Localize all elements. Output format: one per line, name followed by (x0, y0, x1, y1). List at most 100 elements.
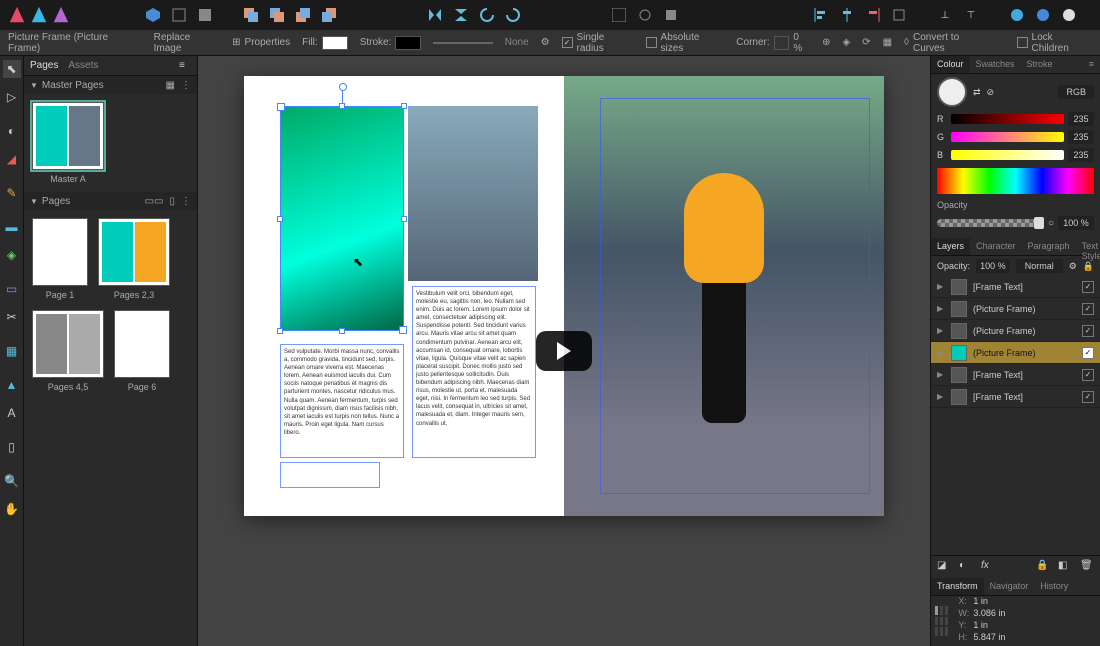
visibility-checkbox[interactable] (1082, 303, 1094, 315)
shape-hex-icon[interactable] (144, 6, 162, 24)
zoom-tool[interactable]: 🔍 (3, 472, 21, 490)
fill-tool[interactable]: ▬ (3, 218, 21, 236)
crop-tool[interactable]: ✂ (3, 308, 21, 326)
tag-icon[interactable]: ◧ (1058, 560, 1072, 574)
visibility-checkbox[interactable] (1082, 369, 1094, 381)
tab-layers[interactable]: Layers (931, 238, 970, 255)
brush-tool[interactable]: ✎ (3, 184, 21, 202)
blend-mode-select[interactable]: Normal (1016, 259, 1063, 273)
snap-icon[interactable] (610, 6, 628, 24)
arrange-backward-icon[interactable] (268, 6, 286, 24)
fx-icon[interactable]: ⚙ (1069, 261, 1077, 272)
arrange-forward-icon[interactable] (294, 6, 312, 24)
convert-curves-button[interactable]: ◊Convert to Curves (904, 32, 993, 54)
visibility-checkbox[interactable] (1082, 325, 1094, 337)
lock-icon[interactable]: 🔒 (1036, 560, 1050, 574)
view-grid-icon[interactable]: ▦ (166, 80, 175, 91)
transform-mode-icon[interactable]: ◈ (843, 37, 851, 48)
layer-item[interactable]: ▶(Picture Frame) (931, 298, 1100, 320)
delete-icon[interactable]: 🗑 (1080, 560, 1094, 574)
arrange-front-icon[interactable] (320, 6, 338, 24)
options-icon[interactable]: ⋮ (181, 80, 191, 91)
single-icon[interactable]: ▯ (169, 196, 175, 207)
transform-origin-icon[interactable]: ⊕ (822, 37, 830, 48)
options-icon[interactable]: ⋮ (181, 196, 191, 207)
pages-header[interactable]: ▼Pages ▭▭▯⋮ (24, 192, 197, 210)
underline-icon[interactable]: ⊤ (962, 6, 980, 24)
hue-strip[interactable] (937, 168, 1094, 194)
page-thumb[interactable] (32, 310, 104, 378)
text-frame-2[interactable]: Vestibulum velit orci, bibendum eget, mo… (412, 286, 536, 458)
flip-h-icon[interactable] (426, 6, 444, 24)
tab-character[interactable]: Character (970, 238, 1022, 255)
play-button[interactable] (536, 331, 592, 371)
opacity-slider[interactable] (937, 219, 1044, 227)
page-thumb[interactable] (114, 310, 170, 378)
gradient-tool[interactable]: ◢ (3, 150, 21, 168)
master-pages-header[interactable]: ▼Master Pages ▦⋮ (24, 76, 197, 94)
stroke-width-slider[interactable] (433, 42, 492, 44)
help-icon[interactable] (1060, 6, 1078, 24)
anchor-grid[interactable] (935, 606, 948, 636)
colour-picker-tool[interactable]: ◐ (3, 122, 21, 140)
adjustment-icon[interactable]: ◐ (959, 560, 973, 574)
artistic-text-tool[interactable]: A (3, 404, 21, 422)
tab-paragraph[interactable]: Paragraph (1022, 238, 1076, 255)
layer-opacity-input[interactable]: 100 % (976, 259, 1010, 273)
none-icon[interactable]: ⊘ (987, 87, 995, 98)
baseline-icon[interactable]: ⊥ (936, 6, 954, 24)
picture-frame-selected[interactable]: ⬉ (280, 106, 404, 331)
b-slider[interactable] (951, 150, 1064, 160)
tab-textstyles[interactable]: Text Styles (1076, 238, 1100, 255)
pixel-icon[interactable] (196, 6, 214, 24)
master-thumb[interactable] (32, 102, 104, 170)
node-tool[interactable]: ▷ (3, 88, 21, 106)
tab-history[interactable]: History (1034, 578, 1074, 595)
panel-menu-icon[interactable]: ≡ (1083, 56, 1100, 73)
tab-pages[interactable]: Pages (30, 60, 58, 71)
text-frame-empty[interactable] (280, 462, 380, 488)
replace-image-button[interactable]: Replace Image (154, 32, 221, 54)
arrange-back-icon[interactable] (242, 6, 260, 24)
text-frame-1[interactable]: Sed vulputate. Morbi massa nunc, convall… (280, 344, 404, 458)
tab-stroke[interactable]: Stroke (1021, 56, 1059, 73)
canvas[interactable]: ⬉ Sed vulputate. Morbi massa nunc, conva… (198, 56, 930, 646)
panel-menu-icon[interactable]: ≡ (179, 60, 191, 72)
align-center-icon[interactable] (838, 6, 856, 24)
w-input[interactable]: 3.086 in (973, 608, 1005, 618)
shape-tool[interactable]: ▲ (3, 376, 21, 394)
visibility-checkbox[interactable] (1082, 281, 1094, 293)
layer-item[interactable]: ▶[Frame Text] (931, 276, 1100, 298)
fx-icon[interactable]: fx (981, 560, 995, 574)
opacity-circle-icon[interactable]: ○ (1048, 218, 1054, 229)
picture-frame-2[interactable] (408, 106, 538, 281)
absolute-sizes-checkbox[interactable]: Absolute sizes (646, 32, 725, 54)
visibility-checkbox[interactable] (1082, 391, 1094, 403)
layer-item[interactable]: ▶(Picture Frame) (931, 320, 1100, 342)
swap-icon[interactable]: ⇄ (973, 87, 981, 98)
stroke-control[interactable]: Stroke: (360, 36, 422, 50)
fill-control[interactable]: Fill: (302, 36, 348, 50)
flip-v-icon[interactable] (452, 6, 470, 24)
tab-swatches[interactable]: Swatches (970, 56, 1021, 73)
layer-item[interactable]: ▶[Frame Text] (931, 364, 1100, 386)
place-tool[interactable]: ▭ (3, 280, 21, 298)
corner-control[interactable]: Corner:0 % (736, 32, 810, 54)
rotate-ccw-icon[interactable] (478, 6, 496, 24)
page-thumb[interactable] (32, 218, 88, 286)
frame-text-tool[interactable]: ▯ (3, 438, 21, 456)
tab-colour[interactable]: Colour (931, 56, 970, 73)
pan-tool[interactable]: ✋ (3, 500, 21, 518)
table-tool[interactable]: ▦ (3, 342, 21, 360)
fill-well[interactable] (937, 77, 967, 107)
layer-item[interactable]: ▶[Frame Text] (931, 386, 1100, 408)
preflight-icon[interactable] (1008, 6, 1026, 24)
gear-icon[interactable]: ⚙ (541, 37, 550, 48)
tab-assets[interactable]: Assets (68, 60, 98, 71)
visibility-checkbox[interactable] (1082, 347, 1094, 359)
tab-transform[interactable]: Transform (931, 578, 984, 595)
single-radius-checkbox[interactable]: Single radius (562, 32, 634, 54)
lock-children-checkbox[interactable]: Lock Children (1017, 32, 1092, 54)
align-icon[interactable]: ▦ (883, 37, 892, 48)
align-right-icon[interactable] (864, 6, 882, 24)
